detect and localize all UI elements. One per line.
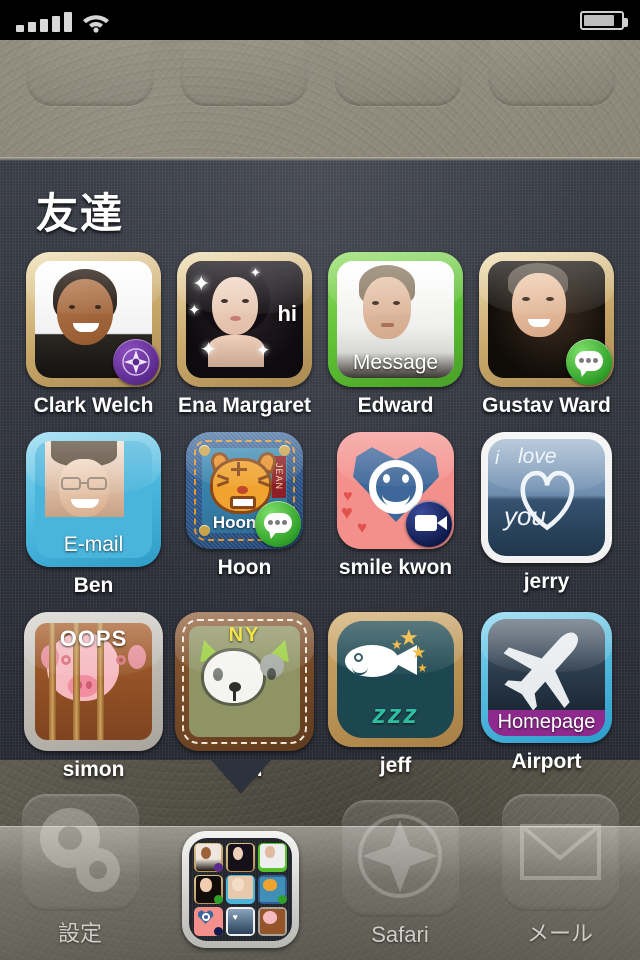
contact-caption: zzz (372, 699, 419, 729)
contact-label: Ena Margaret (177, 394, 312, 417)
contact-caption: OOPS (59, 626, 128, 651)
contact-icon[interactable]: JEAN Hoon^^ (186, 432, 303, 549)
folder-mini-thumb (193, 907, 223, 936)
contact-label: simon (62, 758, 125, 781)
contact-caption: hi (277, 301, 297, 326)
folder-icon[interactable]: ♥ (181, 831, 299, 948)
folder-mini-thumb: ♥ (225, 907, 255, 936)
contact-label: jerry (523, 570, 570, 593)
folder-item-jeff[interactable]: ★ ★ ★ ★ zzz jeff (320, 612, 471, 782)
safari-badge-icon (113, 339, 159, 385)
contact-label: Edward (357, 394, 434, 417)
message-badge-icon (566, 339, 612, 385)
contact-icon[interactable]: ♥ ♥ ♥ (337, 432, 454, 549)
folder-mini-thumb (225, 843, 255, 872)
contact-icon[interactable]: Message (328, 252, 463, 387)
folder-item-gustav-ward[interactable]: Gustav Ward (471, 252, 622, 418)
folder-mini-thumb (257, 907, 287, 936)
dock-label: Safari (371, 922, 429, 947)
contact-caption: Message (352, 351, 439, 374)
folder-mini-thumb (193, 875, 223, 904)
folder-mini-thumb (257, 875, 287, 904)
iphone-home-screen: 友達 Clark Welch ✦ ✦ ✦ ✦ ✦ hi Ena Margaret… (0, 0, 640, 960)
wifi-icon (83, 15, 109, 33)
compass-icon[interactable] (341, 800, 459, 917)
folder-item-jerry[interactable]: i love you jerry (471, 432, 622, 598)
contact-icon[interactable]: Homepage (481, 612, 612, 743)
folder-item-ena-margaret[interactable]: ✦ ✦ ✦ ✦ ✦ hi Ena Margaret (169, 252, 320, 418)
folder-item-edward[interactable]: Message Edward (320, 252, 471, 418)
signal-bars-icon (16, 12, 72, 32)
dock-label: メール (526, 921, 593, 946)
folder-row: OOPS simon NY ★ ★ ★ ★ zzz jeff Homepage … (0, 612, 640, 782)
envelope-icon[interactable] (501, 794, 619, 911)
message-badge-icon (255, 501, 301, 547)
folder-mini-thumb (193, 843, 223, 872)
folder-item-simon[interactable]: OOPS simon (18, 612, 169, 782)
status-bar (0, 0, 640, 40)
contact-label: Airport (511, 750, 582, 773)
contact-label: smile kwon (338, 556, 453, 579)
folder-row: Clark Welch ✦ ✦ ✦ ✦ ✦ hi Ena Margaret Me… (0, 252, 640, 418)
folder-mini-thumb (225, 875, 255, 904)
contact-icon[interactable]: i love you (481, 432, 612, 563)
contact-icon[interactable] (26, 252, 161, 387)
contact-label: Clark Welch (33, 394, 154, 417)
facetime-badge-icon (406, 501, 452, 547)
folder-item-smile-kwon[interactable]: ♥ ♥ ♥ smile kwon (320, 432, 471, 598)
contact-icon[interactable]: E-mail (26, 432, 161, 567)
folder-item-neil[interactable]: NY neil (169, 612, 320, 782)
folder-item-airport[interactable]: Homepage Airport (471, 612, 622, 782)
contact-caption: E-mail (63, 533, 124, 556)
folder-item-clark-welch[interactable]: Clark Welch (18, 252, 169, 418)
folder-item-ben[interactable]: E-mail Ben (18, 432, 169, 598)
folder-icon-grid: Clark Welch ✦ ✦ ✦ ✦ ✦ hi Ena Margaret Me… (0, 252, 640, 796)
contact-label: Gustav Ward (482, 394, 611, 417)
contact-caption: NY (228, 626, 261, 646)
folder-row: E-mail Ben JEAN Hoon^^ Hoon ♥ ♥ ♥ smile … (0, 432, 640, 598)
contact-label: Hoon (217, 556, 272, 579)
gear-icon[interactable] (21, 794, 139, 911)
contact-label: jeff (379, 754, 412, 777)
contact-icon[interactable]: ✦ ✦ ✦ ✦ ✦ hi (177, 252, 312, 387)
contact-icon[interactable]: NY (175, 612, 314, 751)
folder-title: 友達 (36, 190, 125, 237)
contact-icon[interactable]: OOPS (24, 612, 163, 751)
dock-label: 設定 (57, 921, 102, 946)
folder-item-hoon[interactable]: JEAN Hoon^^ Hoon (169, 432, 320, 598)
contact-caption: Homepage (497, 711, 596, 733)
contact-icon[interactable] (479, 252, 614, 387)
open-folder-panel: 友達 Clark Welch ✦ ✦ ✦ ✦ ✦ hi Ena Margaret… (0, 157, 640, 781)
folder-mini-thumb (257, 843, 287, 872)
contact-icon[interactable]: ★ ★ ★ ★ zzz (328, 612, 463, 747)
battery-icon (580, 11, 628, 30)
contact-label: Ben (73, 574, 114, 597)
